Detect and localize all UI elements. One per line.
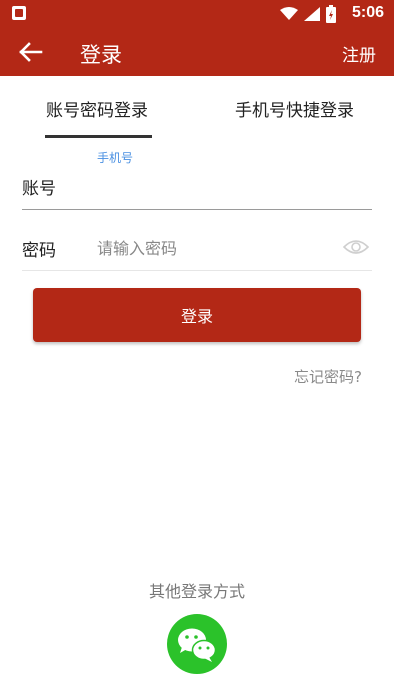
battery-icon <box>326 5 336 23</box>
tab-indicator <box>45 135 152 138</box>
account-label: 账号 <box>22 179 56 199</box>
status-icons <box>280 5 336 23</box>
wechat-login-button[interactable] <box>167 614 227 674</box>
login-button[interactable]: 登录 <box>33 288 361 342</box>
password-label: 密码 <box>22 241 56 261</box>
wechat-icon <box>178 628 217 662</box>
signal-icon <box>304 7 320 21</box>
forgot-password-link[interactable]: 忘记密码? <box>294 366 362 387</box>
status-time: 5:06 <box>351 4 384 21</box>
arrow-left-icon[interactable] <box>18 40 44 64</box>
tab-phone-login[interactable]: 手机号快捷登录 <box>235 96 354 121</box>
other-login-title: 其他登录方式 <box>148 582 245 601</box>
password-underline <box>22 270 372 271</box>
page-title: 登录 <box>80 43 122 67</box>
tab-account-login[interactable]: 账号密码登录 <box>46 96 148 121</box>
status-bar: 5:06 <box>0 0 394 28</box>
login-tabs: 账号密码登录 手机号快捷登录 <box>0 76 394 138</box>
account-underline <box>22 209 372 210</box>
account-input[interactable] <box>97 170 367 200</box>
account-hint: 手机号 <box>97 151 134 165</box>
toolbar: 登录 注册 <box>0 28 394 76</box>
register-button[interactable]: 注册 <box>342 41 376 66</box>
wifi-icon <box>280 7 298 20</box>
notification-icon <box>12 6 26 20</box>
eye-icon[interactable] <box>343 237 369 257</box>
password-input[interactable] <box>97 233 337 263</box>
